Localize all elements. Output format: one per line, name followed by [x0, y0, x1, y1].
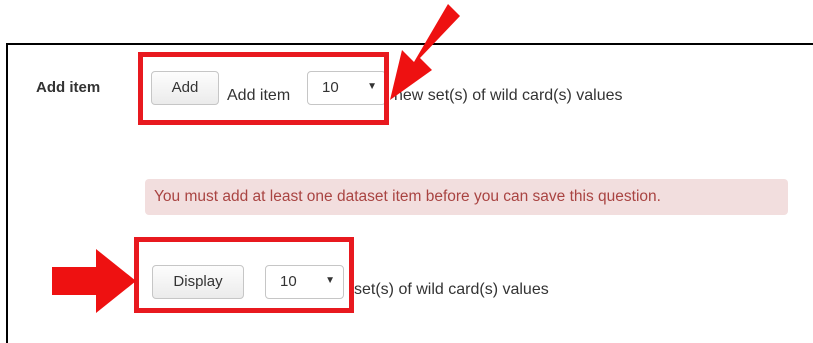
arrow-down-left-icon — [390, 4, 460, 100]
display-suffix-text: set(s) of wild card(s) values — [354, 281, 549, 298]
add-row-highlight-box — [138, 52, 389, 125]
display-row-highlight-box — [134, 237, 354, 313]
error-alert: You must add at least one dataset item b… — [145, 179, 788, 215]
add-item-label: Add item — [36, 79, 101, 96]
arrow-right-icon — [52, 249, 136, 313]
